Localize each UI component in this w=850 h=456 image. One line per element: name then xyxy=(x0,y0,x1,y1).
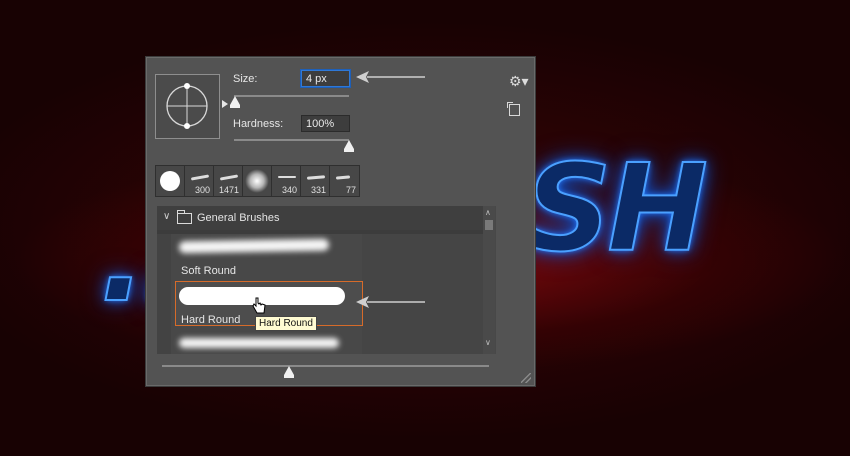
group-indent xyxy=(157,234,171,354)
size-slider-track[interactable] xyxy=(234,95,349,97)
brush-stroke-icon xyxy=(190,174,210,181)
brush-stroke-icon xyxy=(278,176,296,178)
brush-tip-preview[interactable] xyxy=(155,74,220,139)
preview-size-slider-track[interactable] xyxy=(162,365,489,367)
size-slider-thumb[interactable] xyxy=(230,96,240,108)
chevron-up-icon[interactable]: ∧ xyxy=(485,208,491,217)
size-label: Size: xyxy=(233,73,258,85)
size-input[interactable]: 4 px xyxy=(301,70,350,87)
recent-brush[interactable] xyxy=(243,166,272,196)
hardness-label: Hardness: xyxy=(233,118,284,130)
recent-brush[interactable]: 340 xyxy=(272,166,301,196)
chevron-down-icon[interactable]: ∨ xyxy=(163,211,170,222)
new-preset-icon[interactable] xyxy=(507,102,520,116)
recent-brush[interactable]: 77 xyxy=(330,166,359,196)
hand-cursor-icon xyxy=(252,297,266,314)
gear-icon[interactable]: ⚙▾ xyxy=(509,73,529,90)
brush-tooltip: Hard Round xyxy=(255,316,317,331)
scrollbar-thumb[interactable] xyxy=(485,220,493,230)
annotation-arrow-icon xyxy=(356,296,425,308)
preview-size-slider-thumb[interactable] xyxy=(284,366,294,378)
hardness-input[interactable]: 100% xyxy=(301,115,350,132)
annotation-arrow-icon xyxy=(356,71,425,83)
list-right-column xyxy=(362,234,483,354)
brush-group-header[interactable]: ∨ General Brushes xyxy=(157,206,483,230)
recent-brush[interactable]: 300 xyxy=(185,166,214,196)
preview-arrow-icon xyxy=(222,100,228,108)
background-text-right: SH xyxy=(524,139,709,280)
brush-stroke-icon xyxy=(335,175,351,180)
recent-brush[interactable]: 331 xyxy=(301,166,330,196)
recent-brushes-bar: 300 1471 340 331 77 xyxy=(155,165,360,197)
hard-round-tip-icon xyxy=(160,171,180,191)
brush-item-soft-round[interactable]: Soft Round xyxy=(173,234,362,282)
hardness-slider-track[interactable] xyxy=(234,139,349,141)
brush-item-label: Hard Round xyxy=(181,314,241,326)
hardness-slider-thumb[interactable] xyxy=(344,140,354,152)
brush-item-partial[interactable] xyxy=(173,334,362,354)
brush-angle-icon xyxy=(166,83,208,129)
chevron-down-icon[interactable]: ∨ xyxy=(485,338,491,347)
brush-stroke-icon xyxy=(306,175,326,180)
recent-brush[interactable] xyxy=(156,166,185,196)
brush-stroke-icon xyxy=(219,174,239,181)
recent-brush[interactable]: 1471 xyxy=(214,166,243,196)
soft-round-stroke-preview xyxy=(178,238,330,254)
brush-group-title: General Brushes xyxy=(197,212,280,224)
soft-round-tip-icon xyxy=(245,169,269,193)
resize-grip-icon[interactable] xyxy=(521,373,531,383)
brush-preset-picker: Size: 4 px Hardness: 100% ⚙▾ 300 1471 34… xyxy=(145,56,536,387)
brush-list: ∨ General Brushes Soft Round Hard Round xyxy=(157,206,496,354)
brush-stroke-preview xyxy=(179,338,339,348)
brush-list-scrollbar[interactable]: ∧ ∨ xyxy=(483,206,495,354)
folder-icon xyxy=(177,210,192,224)
brush-item-label: Soft Round xyxy=(181,265,237,277)
